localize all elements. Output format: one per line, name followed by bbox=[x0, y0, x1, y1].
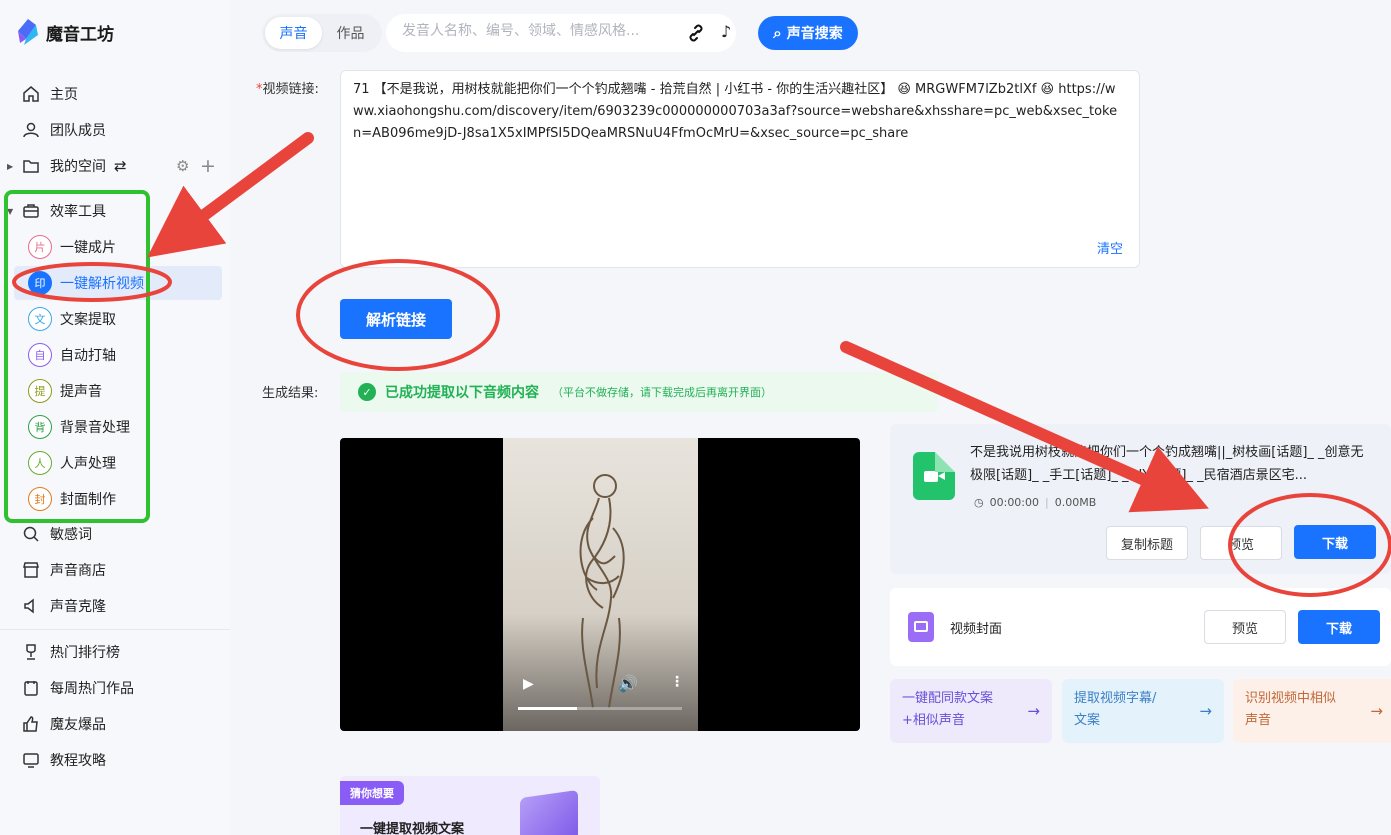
home-icon bbox=[23, 86, 39, 102]
file-meta: ◷ 00:00:00 | 0.00MB bbox=[974, 496, 1097, 509]
preview-button[interactable]: 预览 bbox=[1200, 526, 1282, 560]
check-circle-icon: ✓ bbox=[358, 383, 376, 401]
image-file-icon bbox=[908, 612, 934, 642]
tool-badge: 提 bbox=[28, 379, 52, 403]
nav-hot-ranking[interactable]: 热门排行榜 bbox=[0, 636, 230, 668]
search-box: ♪ bbox=[386, 14, 736, 52]
feature-copy-voice[interactable]: 一键配同款文案 +相似声音 → bbox=[890, 679, 1052, 743]
calendar-icon bbox=[24, 681, 38, 696]
result-label: 生成结果: bbox=[262, 386, 319, 401]
download-button[interactable]: 下载 bbox=[1294, 525, 1376, 559]
store-icon bbox=[23, 562, 39, 578]
sidebar: 魔音工坊 主页 团队成员 ▶ 我的空间 ⇄ ⚙ + ▼ 效率工具 片 一键成片 … bbox=[0, 0, 230, 835]
nav-home[interactable]: 主页 bbox=[0, 78, 230, 110]
caret-right-icon[interactable]: ▶ bbox=[7, 162, 13, 171]
caret-down-icon[interactable]: ▼ bbox=[7, 207, 13, 216]
tool-text-extract[interactable]: 文 文案提取 bbox=[14, 302, 222, 336]
sound-icon bbox=[24, 598, 34, 614]
monitor-icon bbox=[23, 753, 39, 768]
tool-auto-timeline[interactable]: 自 自动打轴 bbox=[14, 338, 222, 372]
tool-badge: 印 bbox=[28, 271, 52, 295]
nav-team-members[interactable]: 团队成员 bbox=[0, 114, 230, 146]
tab-works[interactable]: 作品 bbox=[322, 17, 379, 49]
tool-extract-voice[interactable]: 提 提声音 bbox=[14, 374, 222, 408]
nav-sensitive-words[interactable]: 敏感词 bbox=[0, 518, 230, 550]
nav-efficiency-tools[interactable]: ▼ 效率工具 bbox=[0, 195, 230, 227]
shield-search-icon bbox=[23, 526, 39, 542]
tool-cover[interactable]: 封 封面制作 bbox=[14, 482, 222, 516]
nav-voice-store[interactable]: 声音商店 bbox=[0, 554, 230, 586]
folder-icon bbox=[23, 160, 39, 173]
arrow-right-icon: → bbox=[1370, 702, 1383, 720]
video-progress-bar[interactable] bbox=[518, 707, 682, 710]
app-name: 魔音工坊 bbox=[46, 24, 114, 45]
nav-friend-hits[interactable]: 魔友爆品 bbox=[0, 708, 230, 740]
clear-button[interactable]: 清空 bbox=[1097, 238, 1123, 257]
video-link-label: *视频链接: bbox=[256, 82, 319, 97]
guess-tag: 猜你想要 bbox=[340, 781, 404, 805]
tool-badge: 人 bbox=[28, 451, 52, 475]
tab-voice[interactable]: 声音 bbox=[265, 17, 322, 49]
volume-icon[interactable]: 🔊 bbox=[618, 674, 638, 693]
link-icon[interactable] bbox=[686, 23, 706, 43]
video-link-textarea[interactable]: 71 【不是我说，用树枝就能把你们一个个钓成翘嘴 - 拾荒自然 | 小红书 - … bbox=[340, 70, 1140, 268]
parse-link-button[interactable]: 解析链接 bbox=[340, 299, 452, 339]
tool-badge: 背 bbox=[28, 415, 52, 439]
more-options-icon[interactable]: ⋮ bbox=[670, 674, 684, 690]
add-icon[interactable]: + bbox=[200, 155, 216, 177]
folder-illustration-icon bbox=[520, 789, 578, 835]
nav-weekly-hot[interactable]: 每周热门作品 bbox=[0, 672, 230, 704]
top-search-bar: 声音 作品 ♪ ⌕ 声音搜索 bbox=[262, 14, 860, 52]
guess-card[interactable]: 猜你想要 一键提取视频文案 bbox=[340, 776, 600, 835]
tool-badge: 文 bbox=[28, 307, 52, 331]
trophy-icon bbox=[26, 644, 36, 660]
settings-icon[interactable]: ⚙ bbox=[176, 157, 189, 175]
twig-figure-image bbox=[579, 474, 625, 708]
audio-result-card: 不是我说用树枝就能把你们一个个钓成翘嘴||_树枝画[话题]_ _创意无极限[话题… bbox=[890, 424, 1391, 574]
search-icon: ⌕ bbox=[773, 24, 782, 42]
tool-bg-audio[interactable]: 背 背景音处理 bbox=[14, 410, 222, 444]
cover-result-card: 视频封面 预览 下载 bbox=[890, 588, 1391, 666]
tool-parse-video[interactable]: 印 一键解析视频 bbox=[14, 266, 222, 300]
tiktok-icon[interactable]: ♪ bbox=[721, 22, 741, 44]
nav-voice-clone[interactable]: 声音克隆 bbox=[0, 590, 230, 622]
clock-icon: ◷ bbox=[974, 496, 984, 509]
voice-search-button[interactable]: ⌕ 声音搜索 bbox=[758, 16, 858, 50]
switch-icon[interactable]: ⇄ bbox=[114, 157, 127, 175]
progress-fill bbox=[518, 707, 578, 710]
cover-preview-button[interactable]: 预览 bbox=[1204, 610, 1286, 644]
tool-badge: 封 bbox=[28, 487, 52, 511]
success-message: ✓ 已成功提取以下音频内容 （平台不做存储，请下载完成后再离开界面） bbox=[340, 372, 938, 412]
file-title: 不是我说用树枝就能把你们一个个钓成翘嘴||_树枝画[话题]_ _创意无极限[话题… bbox=[970, 445, 1364, 483]
copy-title-button[interactable]: 复制标题 bbox=[1106, 526, 1188, 560]
arrow-right-icon: → bbox=[1027, 702, 1040, 720]
logo-icon bbox=[18, 19, 38, 45]
search-tabs: 声音 作品 bbox=[262, 14, 382, 52]
tool-badge: 自 bbox=[28, 343, 52, 367]
video-player[interactable]: ▶ 🔊 ⋮ bbox=[340, 438, 860, 731]
thumb-up-icon bbox=[23, 716, 38, 732]
nav-tutorials[interactable]: 教程攻略 bbox=[0, 744, 230, 776]
tool-badge: 片 bbox=[28, 235, 52, 259]
play-icon[interactable]: ▶ bbox=[523, 676, 534, 692]
tool-vocal[interactable]: 人 人声处理 bbox=[14, 446, 222, 480]
video-link-text: 71 【不是我说，用树枝就能把你们一个个钓成翘嘴 - 拾荒自然 | 小红书 - … bbox=[353, 82, 1118, 141]
cover-download-button[interactable]: 下载 bbox=[1298, 610, 1380, 644]
user-icon bbox=[23, 122, 39, 138]
arrow-right-icon: → bbox=[1199, 702, 1212, 720]
nav-my-space[interactable]: ▶ 我的空间 ⇄ ⚙ + bbox=[0, 150, 230, 182]
search-input[interactable] bbox=[402, 23, 642, 39]
sidebar-divider bbox=[0, 629, 230, 630]
briefcase-icon bbox=[23, 204, 39, 218]
feature-identify-voice[interactable]: 识别视频中相似 声音 → bbox=[1233, 679, 1391, 743]
feature-extract-subtitles[interactable]: 提取视频字幕/ 文案 → bbox=[1062, 679, 1224, 743]
app-logo[interactable]: 魔音工坊 bbox=[14, 17, 114, 47]
video-file-icon bbox=[913, 452, 955, 500]
tool-one-click-video[interactable]: 片 一键成片 bbox=[14, 230, 222, 264]
